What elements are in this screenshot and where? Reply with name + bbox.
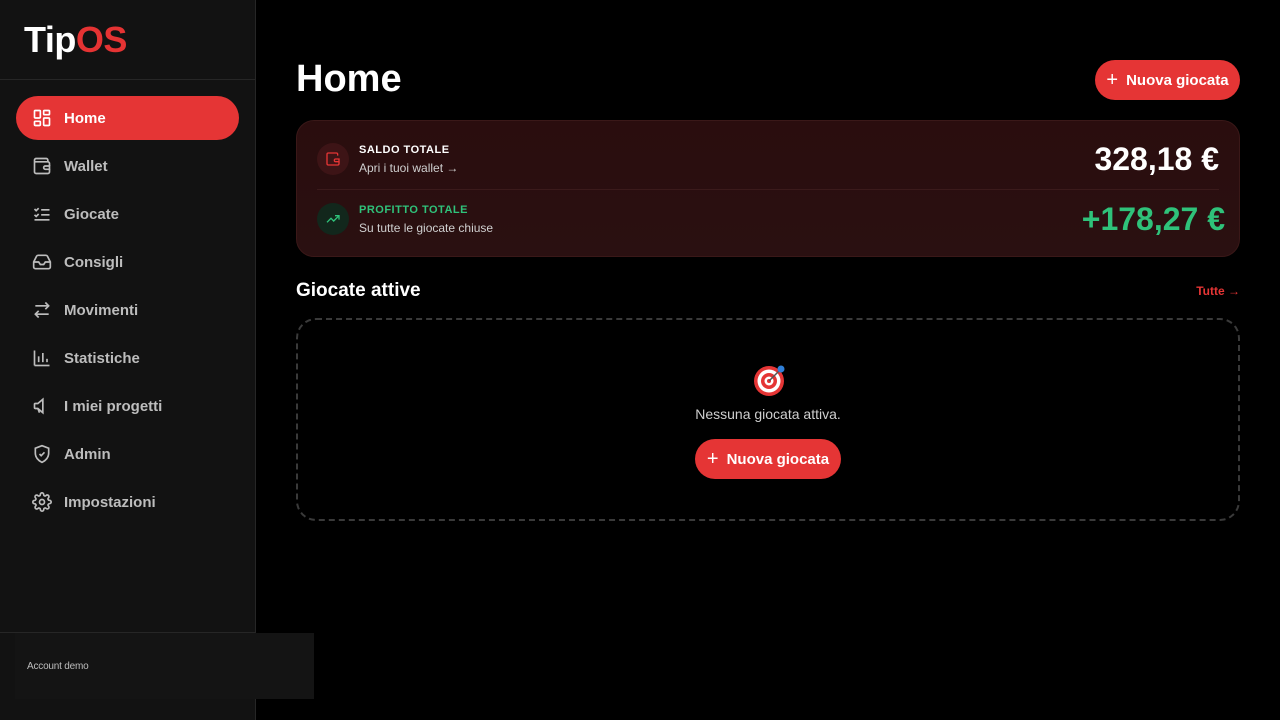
sidebar-item-consigli[interactable]: Consigli (16, 240, 239, 284)
sidebar-nav: Home Wallet Giocate Consigli Movimenti S… (0, 80, 255, 524)
target-icon (754, 365, 785, 396)
profit-sub: Su tutte le giocate chiuse (359, 220, 494, 235)
balance-row[interactable]: SALDO TOTALE Apri i tuoi wallet → 328,18… (317, 129, 1219, 189)
sidebar-item-movimenti[interactable]: Movimenti (16, 288, 239, 332)
wallet-icon (317, 143, 349, 175)
sidebar-item-home[interactable]: Home (16, 96, 239, 140)
balance-text: SALDO TOTALE Apri i tuoi wallet → (359, 144, 458, 175)
sidebar-item-admin[interactable]: Admin (16, 432, 239, 476)
swap-icon (32, 300, 52, 320)
empty-state-text: Nessuna giocata attiva. (695, 406, 841, 422)
bar-chart-icon (32, 348, 52, 368)
trending-up-icon (317, 203, 349, 235)
logo-area: TipOS (0, 0, 255, 80)
shield-check-icon (32, 444, 52, 464)
sidebar-item-label: Movimenti (64, 301, 139, 319)
balance-amount: 328,18 € (1094, 140, 1219, 177)
sidebar-item-statistiche[interactable]: Statistiche (16, 336, 239, 380)
checklist-icon (32, 204, 52, 224)
dashboard-icon (32, 108, 52, 128)
sidebar-item-label: Wallet (64, 157, 108, 175)
profit-row: PROFITTO TOTALE Su tutte le giocate chiu… (317, 189, 1225, 249)
sidebar-item-label: Consigli (64, 253, 124, 271)
sidebar-item-label: Giocate (64, 205, 120, 223)
all-bets-link[interactable]: Tutte → (1196, 284, 1240, 298)
sidebar-item-impostazioni[interactable]: Impostazioni (16, 480, 239, 524)
gear-icon (32, 492, 52, 512)
active-bets-title: Giocate attive (296, 280, 421, 301)
empty-state: Nessuna giocata attiva. + Nuova giocata (296, 318, 1240, 521)
sidebar-item-label: Admin (64, 445, 111, 463)
sidebar-item-label: Statistiche (64, 349, 140, 367)
sidebar-item-label: Impostazioni (64, 493, 156, 511)
sidebar-item-progetti[interactable]: I miei progetti (16, 384, 239, 428)
new-bet-button[interactable]: + Nuova giocata (1095, 60, 1240, 100)
plus-icon: + (706, 448, 719, 470)
brand-logo-part2: OS (75, 18, 128, 60)
sidebar-item-giocate[interactable]: Giocate (16, 192, 239, 236)
empty-new-bet-button[interactable]: + Nuova giocata (695, 439, 841, 479)
profit-label: PROFITTO TOTALE (359, 203, 468, 216)
account-label: Account demo (27, 660, 89, 672)
wallet-icon (32, 156, 52, 176)
inbox-icon (32, 252, 52, 272)
balance-label: SALDO TOTALE (359, 143, 450, 156)
page-title: Home (296, 58, 402, 100)
sidebar-item-wallet[interactable]: Wallet (16, 144, 239, 188)
sidebar: TipOS Home Wallet Giocate Consigli Movim… (0, 0, 256, 720)
new-bet-button-label: Nuova giocata (1126, 71, 1229, 89)
account-badge[interactable]: Account demo (15, 633, 314, 699)
empty-new-bet-button-label: Nuova giocata (726, 450, 830, 468)
profit-amount: +178,27 € (1081, 200, 1225, 237)
brand-logo-part1: Tip (24, 18, 76, 60)
summary-card: SALDO TOTALE Apri i tuoi wallet → 328,18… (296, 120, 1240, 257)
balance-link[interactable]: Apri i tuoi wallet → (359, 161, 458, 175)
brand-logo[interactable]: TipOS (24, 19, 127, 61)
profit-text: PROFITTO TOTALE Su tutte le giocate chiu… (359, 204, 493, 235)
megaphone-icon (32, 396, 52, 416)
plus-icon: + (1106, 69, 1119, 91)
sidebar-item-label: Home (64, 109, 106, 127)
sidebar-item-label: I miei progetti (64, 397, 163, 415)
